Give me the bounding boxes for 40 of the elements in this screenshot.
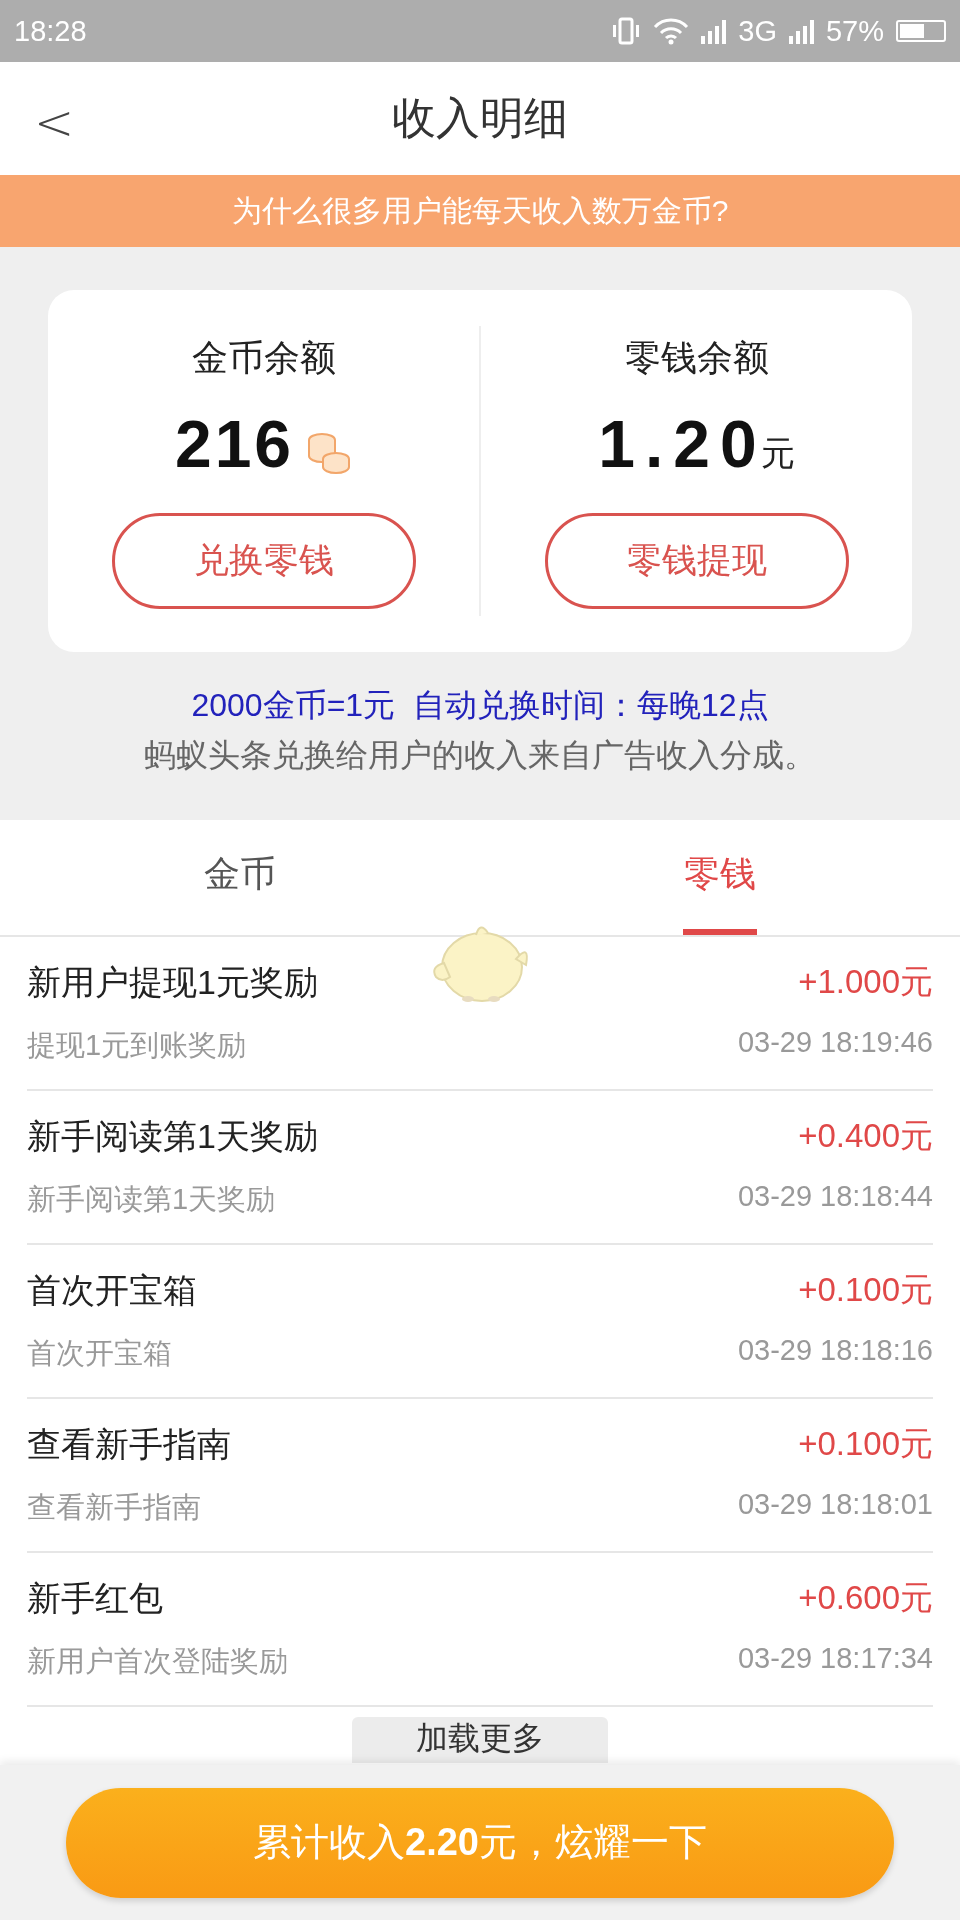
record-amount: +0.100元	[797, 1270, 933, 1310]
coins-icon	[306, 430, 353, 475]
record-title: 查看新手指南	[27, 1424, 231, 1465]
signal-icon	[701, 18, 727, 44]
record-description: 新用户首次登陆奖励	[27, 1644, 289, 1679]
action-button[interactable]: 兑换零钱	[111, 512, 416, 609]
record-title: 新手红包	[27, 1578, 163, 1619]
record-amount: +0.600元	[797, 1578, 933, 1618]
battery-percent: 57%	[825, 14, 884, 48]
action-button[interactable]: 零钱提现	[544, 512, 849, 609]
signal-icon	[788, 18, 814, 44]
network-type: 3G	[738, 14, 777, 48]
tab[interactable]: 金币	[0, 820, 480, 935]
record-amount: +1.000元	[797, 962, 933, 1002]
page-title: 收入明细	[392, 92, 568, 144]
info-text: 2000金币=1元 自动兑换时间：每晚12点	[191, 686, 769, 725]
battery-icon	[896, 20, 946, 42]
balance-amount: 216	[174, 410, 295, 477]
record-time: 03-29 18:19:46	[737, 1026, 933, 1060]
record-time: 03-29 18:17:34	[737, 1642, 933, 1676]
back-button[interactable]: <	[34, 94, 75, 150]
balance-label: 金币余额	[191, 335, 336, 380]
record-description: 提现1元到账奖励	[27, 1028, 248, 1063]
record-title: 首次开宝箱	[27, 1270, 197, 1311]
record-description: 新手阅读第1天奖励	[27, 1182, 277, 1217]
record-description: 首次开宝箱	[27, 1336, 173, 1371]
record-title: 新手阅读第1天奖励	[27, 1116, 318, 1157]
record-time: 03-29 18:18:01	[737, 1488, 933, 1522]
record-amount: +0.100元	[797, 1424, 933, 1464]
info-text: 蚂蚁头条兑换给用户的收入来自广告收入分成。	[144, 736, 816, 775]
record-description: 查看新手指南	[27, 1490, 202, 1525]
record-time: 03-29 18:18:16	[737, 1334, 933, 1368]
clock-time: 18:28	[14, 14, 87, 48]
load-more-button[interactable]: 加载更多	[352, 1717, 608, 1763]
record-amount: +0.400元	[797, 1116, 933, 1156]
record-time: 03-29 18:18:44	[737, 1180, 933, 1214]
wifi-icon	[653, 17, 690, 45]
balance-label: 零钱余额	[624, 335, 769, 380]
record-title: 新用户提现1元奖励	[27, 962, 318, 1003]
vibrate-icon	[611, 17, 642, 45]
